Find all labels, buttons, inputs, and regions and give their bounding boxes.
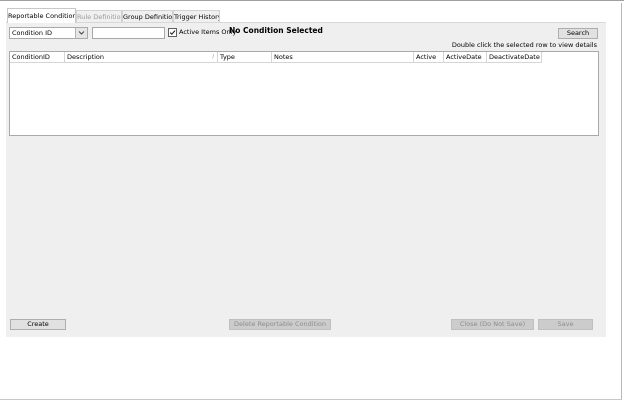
delete-condition-button: Delete Reportable Condition [229, 319, 331, 330]
sort-indicator-icon: / [212, 54, 214, 60]
app-window: Reportable Conditions Rule Definition Gr… [0, 0, 624, 401]
save-button: Save [538, 319, 593, 330]
close-no-save-button: Close (Do Not Save) [451, 319, 534, 330]
chevron-down-icon [78, 31, 85, 35]
column-header-active[interactable]: Active [414, 52, 444, 63]
column-header-description[interactable]: Description / [65, 52, 218, 63]
checkmark-icon [169, 30, 176, 36]
create-button[interactable]: Create [10, 319, 66, 330]
tab-group-definition[interactable]: Group Definition [122, 10, 173, 22]
column-header-type[interactable]: Type [218, 52, 272, 63]
conditions-grid[interactable]: ConditionID Description / Type Notes Act… [9, 51, 599, 136]
window-border-right [621, 3, 622, 400]
hint-text: Double click the selected row to view de… [451, 41, 597, 49]
window-border-bottom [0, 399, 622, 400]
tab-reportable-conditions[interactable]: Reportable Conditions [7, 8, 76, 23]
search-button[interactable]: Search [558, 28, 598, 39]
field-select-value: Condition ID [12, 29, 53, 37]
tab-rule-definition: Rule Definition [76, 10, 122, 22]
column-header-condition-id[interactable]: ConditionID [10, 52, 65, 63]
column-header-description-label: Description [67, 53, 105, 61]
dropdown-button[interactable] [75, 28, 87, 38]
active-only-checkbox[interactable] [168, 28, 177, 37]
active-only-label[interactable]: Active Items Only [179, 28, 236, 37]
column-header-deactivate-date[interactable]: DeactivateDate [487, 52, 542, 63]
column-header-notes[interactable]: Notes [272, 52, 414, 63]
column-header-active-date[interactable]: ActiveDate [444, 52, 487, 63]
search-input[interactable] [92, 27, 165, 39]
tab-trigger-history[interactable]: Trigger History [173, 10, 220, 22]
selection-status: No Condition Selected [229, 26, 323, 35]
field-select[interactable]: Condition ID [9, 27, 88, 39]
